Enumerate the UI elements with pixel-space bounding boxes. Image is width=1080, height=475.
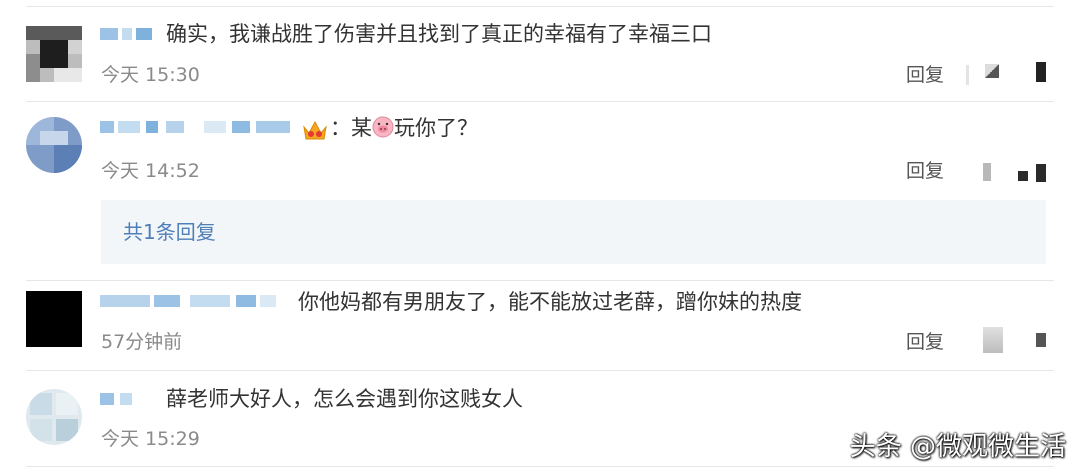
divider xyxy=(26,280,1054,281)
comment-text: 你他妈都有男朋友了，能不能放过老薛，蹭你妹的热度 xyxy=(298,290,802,314)
divider xyxy=(26,466,1054,467)
avatar[interactable] xyxy=(26,26,82,82)
reply-button[interactable]: 回复 xyxy=(906,330,944,354)
username[interactable] xyxy=(100,292,280,310)
username[interactable] xyxy=(100,390,160,408)
comment-text: 薛老师大好人，怎么会遇到你这贱女人 xyxy=(166,387,523,411)
comment-text: ：某 玩你了？ xyxy=(330,114,478,142)
blurred-action-icon[interactable] xyxy=(983,163,991,181)
watermark: 头条 @微观微生活 xyxy=(849,432,1066,462)
comment-text-part: 玩你了？ xyxy=(394,116,478,140)
blurred-action-icon[interactable] xyxy=(985,64,999,78)
reply-button[interactable]: 回复 xyxy=(906,159,944,183)
avatar[interactable] xyxy=(26,389,82,445)
comment-time: 今天 15:29 xyxy=(101,428,200,450)
comment-time: 57分钟前 xyxy=(101,331,183,353)
comment-text-prefix: ： xyxy=(330,116,351,140)
divider xyxy=(26,370,1054,371)
action-divider xyxy=(966,65,969,85)
comment-time: 今天 14:52 xyxy=(101,160,200,182)
username[interactable] xyxy=(100,25,160,43)
blurred-action-icon[interactable] xyxy=(1036,62,1046,82)
replies-box: 共1条回复 xyxy=(101,200,1046,264)
blurred-action-icon[interactable] xyxy=(1036,333,1046,347)
comment-time: 今天 15:30 xyxy=(101,64,200,86)
divider xyxy=(26,6,1054,7)
divider xyxy=(26,101,1054,102)
avatar[interactable] xyxy=(26,117,82,173)
username[interactable] xyxy=(100,118,295,136)
reply-button[interactable]: 回复 xyxy=(906,63,944,87)
avatar[interactable] xyxy=(26,291,82,347)
blurred-action-icon[interactable] xyxy=(1018,171,1028,181)
comment-text-part: 某 xyxy=(351,116,372,140)
crown-emoji-icon xyxy=(303,120,327,140)
blurred-action-icon[interactable] xyxy=(983,327,1003,353)
comment-text: 确实，我谦战胜了伤害并且找到了真正的幸福有了幸福三口 xyxy=(166,22,712,46)
pig-emoji-icon xyxy=(372,116,394,138)
blurred-action-icon[interactable] xyxy=(1036,164,1046,182)
view-replies-link[interactable]: 共1条回复 xyxy=(123,219,216,245)
